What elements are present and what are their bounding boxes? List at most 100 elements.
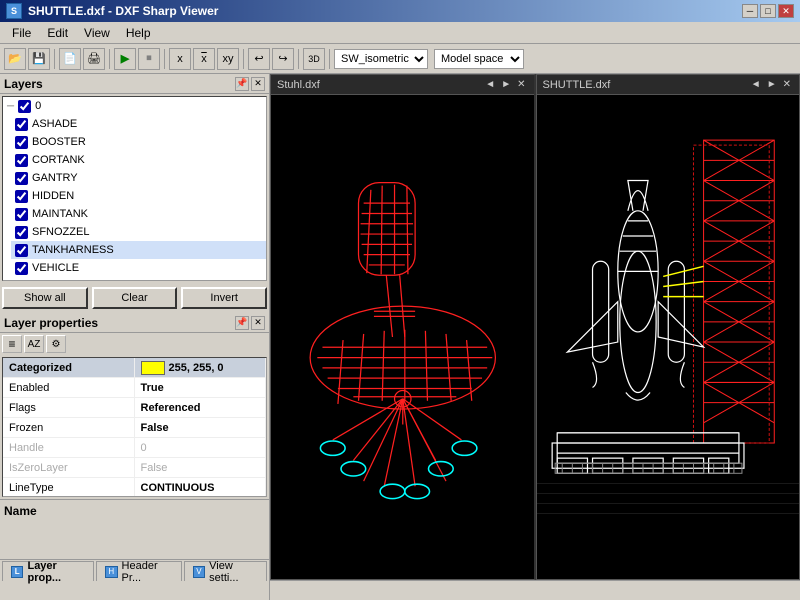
tab-layer-prop[interactable]: L Layer prop... xyxy=(2,561,94,581)
layer-checkbox-gantry[interactable] xyxy=(15,172,28,185)
tb-zoom-x-button[interactable]: x xyxy=(169,48,191,70)
layer-label-booster: BOOSTER xyxy=(32,136,86,148)
viewport-shuttle-nav[interactable]: ◄ ► ✕ xyxy=(749,79,793,90)
tb-play-button[interactable]: ▶ xyxy=(114,48,136,70)
viewport-stuhl-prev[interactable]: ◄ xyxy=(483,79,497,90)
menu-help[interactable]: Help xyxy=(118,24,159,42)
props-flags-name: Flags xyxy=(3,398,135,417)
props-iszerolayer-value: False xyxy=(135,458,267,477)
layer-item-vehicle[interactable]: VEHICLE xyxy=(11,259,266,277)
tb-print-button[interactable]: 🖨 xyxy=(83,48,105,70)
tb-zoom-xy-button[interactable]: xy xyxy=(217,48,239,70)
layer-checkbox-hidden[interactable] xyxy=(15,190,28,203)
layers-pin-icon[interactable]: 📌 xyxy=(235,77,249,91)
window-title: SHUTTLE.dxf - DXF Sharp Viewer xyxy=(28,4,218,18)
minimize-button[interactable]: ─ xyxy=(742,4,758,18)
props-enabled-value: True xyxy=(135,378,267,397)
viewport-stuhl-close[interactable]: ✕ xyxy=(515,79,527,90)
layer-label-gantry: GANTRY xyxy=(32,172,78,184)
tb-zoom-y-button[interactable]: x xyxy=(193,48,215,70)
tb-stop-button[interactable]: ⏹ xyxy=(138,48,160,70)
props-row-iszerolayer: IsZeroLayer False xyxy=(3,458,266,478)
tb-new-button[interactable]: 📄 xyxy=(59,48,81,70)
viewport-stuhl-nav[interactable]: ◄ ► ✕ xyxy=(483,79,527,90)
tb-open-button[interactable]: 📂 xyxy=(4,48,26,70)
props-flags-value: Referenced xyxy=(135,398,267,417)
viewport-stuhl-title: Stuhl.dxf xyxy=(277,79,320,91)
name-section: Name xyxy=(0,499,269,559)
menu-file[interactable]: File xyxy=(4,24,39,42)
tab-header-pr[interactable]: H Header Pr... xyxy=(96,561,182,581)
menu-view[interactable]: View xyxy=(76,24,118,42)
tb-undo-button[interactable]: ↩ xyxy=(248,48,270,70)
tb-save-button[interactable]: 💾 xyxy=(28,48,50,70)
viewport-stuhl-next[interactable]: ► xyxy=(499,79,513,90)
view-select[interactable]: SW_isometric NE_isometric Top Front xyxy=(334,49,428,69)
layer-checkbox-0[interactable] xyxy=(18,100,31,113)
space-select[interactable]: Model space Paper space xyxy=(434,49,524,69)
props-linetype-name: LineType xyxy=(3,478,135,496)
viewport-shuttle-content xyxy=(537,95,800,579)
layer-props-icons[interactable]: 📌 ✕ xyxy=(235,316,265,330)
viewport-stuhl: Stuhl.dxf ◄ ► ✕ xyxy=(270,74,536,580)
layer-label-tankharness: TANKHARNESS xyxy=(32,244,114,256)
layer-item-gantry[interactable]: GANTRY xyxy=(11,169,266,187)
layer-item-cortank[interactable]: CORTANK xyxy=(11,151,266,169)
layer-item-booster[interactable]: BOOSTER xyxy=(11,133,266,151)
menu-edit[interactable]: Edit xyxy=(39,24,76,42)
props-scroll-container: Categorized 255, 255, 0 Enabled True Fla… xyxy=(2,357,267,497)
viewport-shuttle-next[interactable]: ► xyxy=(765,79,779,90)
props-sort-btn[interactable]: ≡ xyxy=(2,335,22,353)
tb-redo-button[interactable]: ↪ xyxy=(272,48,294,70)
props-row-enabled: Enabled True xyxy=(3,378,266,398)
layer-item-ashade[interactable]: ASHADE xyxy=(11,115,266,133)
clear-button[interactable]: Clear xyxy=(92,287,178,309)
props-handle-value: 0 xyxy=(135,438,267,457)
expand-icon-0[interactable]: ─ xyxy=(7,101,14,112)
perspective-lines xyxy=(537,483,800,513)
layers-close-icon[interactable]: ✕ xyxy=(251,77,265,91)
layers-list[interactable]: ─ 0 ASHADE BOOSTER CORTANK xyxy=(3,97,266,280)
layer-label-cortank: CORTANK xyxy=(32,154,85,166)
viewport-shuttle-prev[interactable]: ◄ xyxy=(749,79,763,90)
close-button[interactable]: ✕ xyxy=(778,4,794,18)
layer-checkbox-vehicle[interactable] xyxy=(15,262,28,275)
maximize-button[interactable]: □ xyxy=(760,4,776,18)
layer-item-sfnozzel[interactable]: SFNOZZEL xyxy=(11,223,266,241)
layer-checkbox-tankharness[interactable] xyxy=(15,244,28,257)
layer-props-pin-icon[interactable]: 📌 xyxy=(235,316,249,330)
layer-checkbox-maintank[interactable] xyxy=(15,208,28,221)
shuttle-body xyxy=(552,181,744,474)
toolbar: 📂 💾 📄 🖨 ▶ ⏹ x x xy ↩ ↪ 3D SW_isometric N… xyxy=(0,44,800,74)
layer-props-close-icon[interactable]: ✕ xyxy=(251,316,265,330)
main-area: Layers 📌 ✕ ─ 0 ASHADE xyxy=(0,74,800,600)
invert-button[interactable]: Invert xyxy=(181,287,267,309)
title-bar-buttons[interactable]: ─ □ ✕ xyxy=(742,4,794,18)
layer-checkbox-cortank[interactable] xyxy=(15,154,28,167)
layer-checkbox-booster[interactable] xyxy=(15,136,28,149)
viewport-stuhl-content xyxy=(271,95,534,579)
tab-layer-prop-icon: L xyxy=(11,566,23,578)
tb-3d-button[interactable]: 3D xyxy=(303,48,325,70)
stuhl-svg xyxy=(271,95,534,579)
tab-view-setti[interactable]: V View setti... xyxy=(184,561,267,581)
layer-item-0[interactable]: ─ 0 xyxy=(3,97,266,115)
props-filter-btn[interactable]: ⚙ xyxy=(46,335,66,353)
layers-panel-icons[interactable]: 📌 ✕ xyxy=(235,77,265,91)
props-categorized-color: 255, 255, 0 xyxy=(135,358,267,377)
viewport-shuttle-close[interactable]: ✕ xyxy=(781,79,793,90)
layer-checkbox-ashade[interactable] xyxy=(15,118,28,131)
props-row-frozen: Frozen False xyxy=(3,418,266,438)
props-handle-name: Handle xyxy=(3,438,135,457)
layer-item-maintank[interactable]: MAINTANK xyxy=(11,205,266,223)
tb-separator-6 xyxy=(329,49,330,69)
name-label: Name xyxy=(4,504,265,518)
props-az-btn[interactable]: AZ xyxy=(24,335,44,353)
menu-bar: File Edit View Help xyxy=(0,22,800,44)
layer-item-hidden[interactable]: HIDDEN xyxy=(11,187,266,205)
layer-checkbox-sfnozzel[interactable] xyxy=(15,226,28,239)
show-all-button[interactable]: Show all xyxy=(2,287,88,309)
layer-item-tankharness[interactable]: TANKHARNESS xyxy=(11,241,266,259)
chair-wheels xyxy=(320,441,476,499)
bottom-tabs: L Layer prop... H Header Pr... V View se… xyxy=(0,559,269,581)
